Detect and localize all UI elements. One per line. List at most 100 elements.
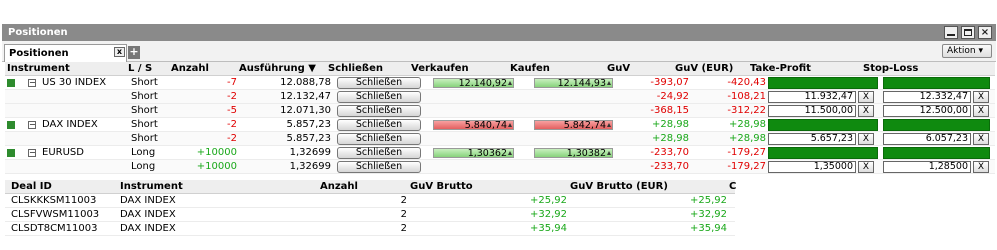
position-row: Long +10000 1,32699 Schließen -233,70 -179,27… [5,160,995,174]
deal-guv-brutto: +35,94 [529,223,567,234]
guv-eur-value: +28,98 [728,119,766,130]
col-ausfuehrung[interactable]: Ausführung ▼ [239,62,329,76]
schliessen-button[interactable]: Schließen [337,91,421,103]
instrument-name: US 30 INDEX [42,77,107,88]
stop-loss-input[interactable]: 1,28500 [883,161,971,173]
deal-anzahl: 2 [400,195,407,206]
instrument-name: DAX INDEX [42,119,98,130]
clear-stop-loss-icon[interactable]: X [973,105,989,117]
take-profit-input[interactable]: 11.932,47 [768,91,856,103]
schliessen-button[interactable]: Schließen [337,147,421,159]
schliessen-button[interactable]: Schließen [337,105,421,117]
clear-stop-loss-icon[interactable]: X [973,91,989,103]
add-tab-icon[interactable]: + [128,46,140,59]
sell-quote-button[interactable]: 12.140,92 [433,78,514,88]
stop-loss-bar[interactable] [883,147,990,159]
col-stop-loss[interactable]: Stop-Loss [863,62,973,76]
anzahl-value: -2 [227,91,237,102]
deal-id: CLSKKKSM11003 [11,195,97,206]
long-short: Short [131,119,158,130]
deal-instrument: DAX INDEX [120,195,176,206]
col-ls[interactable]: L / S [128,62,168,76]
tick-up-icon [508,81,512,85]
col-deal-instrument[interactable]: Instrument [120,180,320,194]
buy-quote-button[interactable]: 12.144,93 [534,78,613,88]
anzahl-value: +10000 [196,147,237,158]
deal-row[interactable]: CLSFVWSM11003 DAX INDEX 2 +32,92 +32,92 [5,208,735,222]
collapse-icon[interactable]: − [28,121,36,129]
stop-loss-bar[interactable] [883,119,990,131]
minimize-icon[interactable] [944,26,958,39]
col-anzahl[interactable]: Anzahl [171,62,236,76]
ausfuehrung-value: 12.071,30 [280,105,331,116]
clear-take-profit-icon[interactable]: X [858,105,874,117]
deal-row[interactable]: CLSKKKSM11003 DAX INDEX 2 +25,92 +25,92 [5,194,735,208]
guv-eur-value: -312,22 [727,105,766,116]
close-icon[interactable]: × [978,26,992,39]
col-guv-brutto[interactable]: GuV Brutto [410,180,570,194]
maximize-icon[interactable] [961,26,975,39]
tab-strip: Positionen x + Aktion ▾ [2,41,996,62]
schliessen-button[interactable]: Schließen [337,77,421,89]
tick-up-icon [607,123,611,127]
col-kaufen[interactable]: Kaufen [510,62,605,76]
anzahl-value: -7 [227,77,237,88]
deal-instrument: DAX INDEX [120,223,176,234]
clear-take-profit-icon[interactable]: X [858,133,874,145]
clear-stop-loss-icon[interactable]: X [973,133,989,145]
col-verkaufen[interactable]: Verkaufen [411,62,506,76]
col-deal-anzahl[interactable]: Anzahl [320,180,410,194]
stop-loss-bar[interactable] [883,77,990,89]
deal-guv-brutto: +32,92 [529,209,567,220]
take-profit-bar[interactable] [768,147,878,159]
guv-value: -24,92 [656,91,689,102]
take-profit-input[interactable]: 5.657,23 [768,133,856,145]
sell-quote-button[interactable]: 1,30362 [433,148,514,158]
clear-stop-loss-icon[interactable]: X [973,161,989,173]
take-profit-bar[interactable] [768,119,878,131]
stop-loss-input[interactable]: 12.500,00 [883,105,971,117]
schliessen-button[interactable]: Schließen [337,119,421,131]
collapse-icon[interactable]: − [28,149,36,157]
anzahl-value: -2 [227,119,237,130]
deal-anzahl: 2 [400,209,407,220]
take-profit-bar[interactable] [768,77,878,89]
position-row: − EURUSD Long +10000 1,32699 Schließen 1,30362… [5,146,995,160]
buy-quote-button[interactable]: 1,30382 [534,148,613,158]
col-guv[interactable]: GuV [607,62,667,76]
col-take-profit[interactable]: Take-Profit [750,62,860,76]
col-deal-id[interactable]: Deal ID [11,180,121,194]
clear-take-profit-icon[interactable]: X [858,161,874,173]
stop-loss-input[interactable]: 12.332,47 [883,91,971,103]
take-profit-input[interactable]: 1,35000 [768,161,856,173]
long-short: Short [131,105,158,116]
schliessen-button[interactable]: Schließen [337,133,421,145]
tab-close-icon[interactable]: x [114,47,125,57]
col-deal-extra[interactable]: C [729,180,737,194]
buy-quote-button[interactable]: 5.842,74 [534,120,613,130]
ausfuehrung-value: 1,32699 [289,161,331,172]
guv-value: -368,15 [650,105,689,116]
buy-price: 1,30382 [566,148,606,159]
collapse-icon[interactable]: − [28,79,36,87]
col-schliessen[interactable]: Schließen [328,62,408,76]
sell-price: 5.840,74 [464,120,507,131]
col-instrument[interactable]: Instrument [7,62,117,76]
tick-up-icon [607,81,611,85]
long-short: Long [131,147,156,158]
guv-eur-value: +28,98 [728,133,766,144]
sell-quote-button[interactable]: 5.840,74 [433,120,514,130]
deal-guv-brutto-eur: +25,92 [689,195,727,206]
take-profit-input[interactable]: 11.500,00 [768,105,856,117]
deal-row[interactable]: CLSDT8CM11003 DAX INDEX 2 +35,94 +35,94 [5,222,735,236]
schliessen-button[interactable]: Schließen [337,161,421,173]
aktion-dropdown[interactable]: Aktion ▾ [942,44,992,58]
deals-grid: Deal ID Instrument Anzahl GuV Brutto GuV… [5,180,737,236]
sell-price: 12.140,92 [458,78,507,89]
sell-price: 1,30362 [467,148,507,159]
col-guv-brutto-eur[interactable]: GuV Brutto (EUR) [570,180,730,194]
stop-loss-input[interactable]: 6.057,23 [883,133,971,145]
col-guv-eur[interactable]: GuV (EUR) [675,62,760,76]
clear-take-profit-icon[interactable]: X [858,91,874,103]
tab-positionen[interactable]: Positionen x [4,44,127,62]
